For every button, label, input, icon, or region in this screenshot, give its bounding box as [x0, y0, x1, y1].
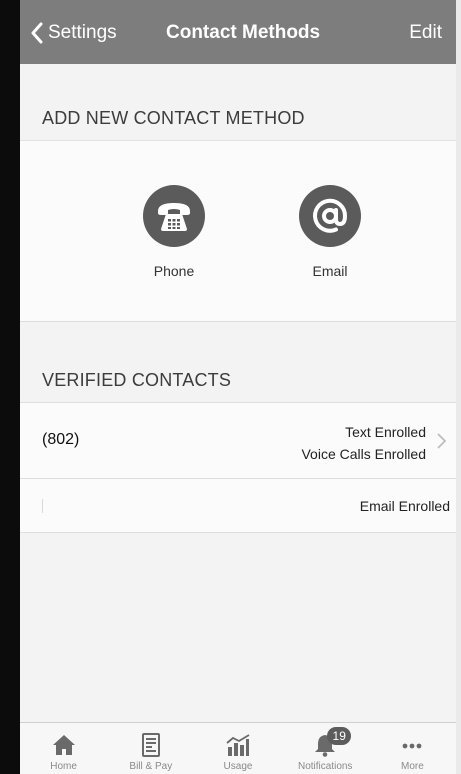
device-edge — [456, 0, 461, 774]
tab-more[interactable]: More — [369, 723, 456, 774]
tab-notifications[interactable]: 19 Notifications — [282, 723, 369, 774]
app-screen: Settings Contact Methods Edit ADD NEW CO… — [20, 0, 456, 774]
text-enrolled-status: Text Enrolled — [345, 424, 426, 440]
edit-button[interactable]: Edit — [409, 20, 442, 46]
usage-chart-icon — [226, 734, 250, 756]
phone-label: Phone — [153, 263, 195, 279]
tab-more-label: More — [401, 761, 424, 772]
contact-email-placeholder — [42, 499, 43, 513]
bill-icon — [141, 733, 160, 757]
contact-status: Email Enrolled — [360, 495, 450, 517]
tab-home[interactable]: Home — [20, 723, 107, 774]
tab-usage-label: Usage — [223, 761, 253, 772]
chevron-left-icon — [31, 22, 43, 44]
page-title: Contact Methods — [166, 22, 321, 43]
at-sign-icon — [313, 198, 348, 233]
voice-enrolled-status: Voice Calls Enrolled — [301, 446, 426, 462]
contact-phone-number: (802) — [42, 431, 80, 448]
navigation-bar: Settings Contact Methods Edit — [20, 0, 456, 64]
email-enrolled-status: Email Enrolled — [359, 498, 450, 514]
contact-row-phone[interactable]: (802) Text Enrolled Voice Calls Enrolled — [20, 403, 456, 479]
add-contact-header: ADD NEW CONTACT METHOD — [20, 64, 456, 140]
tab-home-label: Home — [50, 761, 77, 772]
add-contact-header-label: ADD NEW CONTACT METHOD — [42, 108, 305, 128]
email-label: Email — [312, 263, 348, 279]
phone-frame: Settings Contact Methods Edit ADD NEW CO… — [0, 0, 461, 774]
phone-icon-circle — [143, 185, 205, 247]
tab-bar: Home Bill & Pay Usage 19 Notifications M… — [20, 722, 456, 774]
notification-count-badge: 19 — [327, 727, 352, 745]
verified-contacts-list: (802) Text Enrolled Voice Calls Enrolled… — [20, 402, 456, 533]
more-dots-icon — [403, 743, 422, 749]
add-email-button[interactable]: Email — [285, 185, 375, 279]
back-label: Settings — [48, 22, 117, 43]
add-contact-panel: Phone Email — [20, 140, 456, 322]
tab-bill-pay-label: Bill & Pay — [129, 761, 173, 772]
contact-status: Text Enrolled Voice Calls Enrolled — [301, 421, 426, 465]
verified-contacts-header: VERIFIED CONTACTS — [20, 322, 456, 402]
verified-contacts-header-label: VERIFIED CONTACTS — [42, 370, 232, 390]
chevron-right-icon — [437, 433, 446, 449]
add-phone-button[interactable]: Phone — [129, 185, 219, 279]
home-icon — [52, 735, 75, 755]
tab-bill-pay[interactable]: Bill & Pay — [107, 723, 194, 774]
contact-row-email[interactable]: Email Enrolled — [20, 479, 456, 533]
email-icon-circle — [299, 185, 361, 247]
device-bezel — [0, 0, 20, 774]
tab-notifications-label: Notifications — [297, 761, 353, 772]
back-button[interactable]: Settings — [30, 20, 117, 46]
telephone-icon — [158, 203, 190, 231]
tab-usage[interactable]: Usage — [194, 723, 281, 774]
